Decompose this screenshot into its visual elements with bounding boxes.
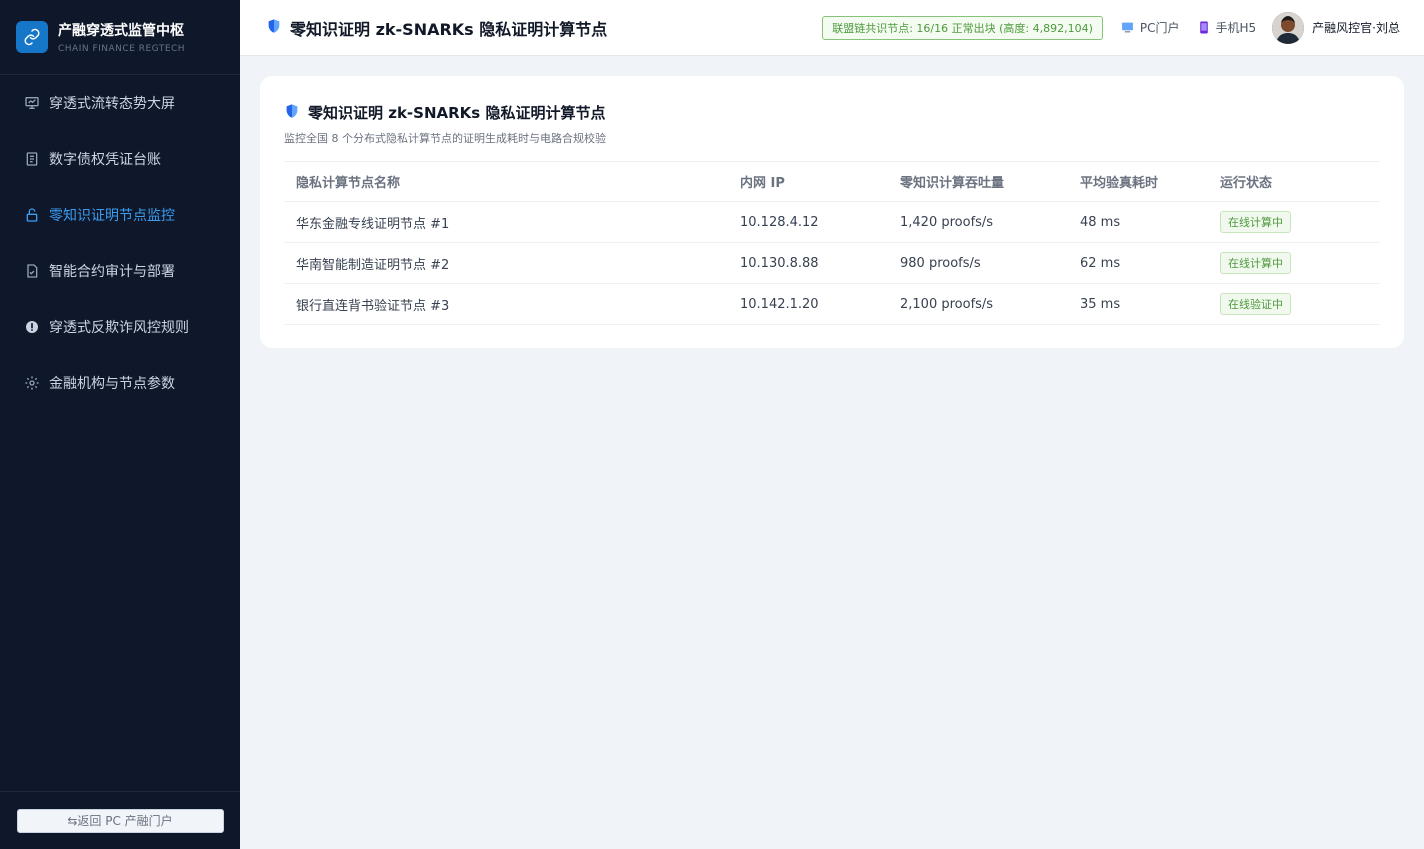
- sidebar-item-ledger[interactable]: 数字债权凭证台账: [0, 131, 240, 187]
- file-check-icon: [24, 263, 40, 279]
- table-row[interactable]: 银行直连背书验证节点 #3 10.142.1.20 2,100 proofs/s…: [284, 284, 1380, 325]
- avatar: [1272, 11, 1305, 44]
- sidebar-item-label: 穿透式反欺诈风控规则: [49, 320, 189, 336]
- sidebar: 产融穿透式监管中枢 CHAIN FINANCE REGTECH 穿透式流转态势大…: [0, 0, 240, 849]
- back-to-portal-button[interactable]: ⇆返回 PC 产融门户: [16, 808, 224, 833]
- sidebar-nav: 穿透式流转态势大屏 数字债权凭证台账 零知识证明节点监控 智能合约审计与部署 穿…: [0, 75, 240, 411]
- node-ip: 10.130.8.88: [740, 255, 819, 271]
- gear-icon: [24, 375, 40, 391]
- card-title: 零知识证明 zk-SNARKs 隐私证明计算节点: [284, 102, 1380, 123]
- document-icon: [24, 151, 40, 167]
- node-ip: 10.128.4.12: [740, 214, 819, 230]
- pc-portal-link[interactable]: PC门户: [1121, 19, 1180, 36]
- sidebar-item-label: 数字债权凭证台账: [49, 152, 161, 168]
- sidebar-item-label: 智能合约审计与部署: [49, 264, 175, 280]
- column-header-ip: 内网 IP: [740, 176, 785, 191]
- alert-circle-icon: [24, 319, 40, 335]
- table-row[interactable]: 华东金融专线证明节点 #1 10.128.4.12 1,420 proofs/s…: [284, 202, 1380, 243]
- sidebar-item-zk-monitor[interactable]: 零知识证明节点监控: [0, 187, 240, 243]
- mobile-h5-label: 手机H5: [1215, 21, 1257, 35]
- column-header-latency: 平均验真耗时: [1080, 176, 1159, 191]
- sidebar-item-label: 穿透式流转态势大屏: [49, 96, 175, 112]
- link-icon: [16, 21, 48, 53]
- presentation-icon: [24, 95, 40, 111]
- column-header-status: 运行状态: [1220, 176, 1273, 191]
- brand-subtitle: CHAIN FINANCE REGTECH: [58, 43, 186, 54]
- node-latency: 48 ms: [1080, 214, 1121, 230]
- pc-portal-label: PC门户: [1139, 21, 1180, 35]
- sidebar-item-label: 金融机构与节点参数: [49, 376, 175, 392]
- sidebar-footer: ⇆返回 PC 产融门户: [0, 791, 240, 849]
- status-badge: 在线验证中: [1220, 293, 1291, 315]
- top-header: 零知识证明 zk-SNARKs 隐私证明计算节点 联盟链共识节点: 16/16 …: [240, 0, 1424, 56]
- column-header-name: 隐私计算节点名称: [296, 176, 401, 191]
- node-throughput: 2,100 proofs/s: [900, 296, 994, 312]
- page-title: 零知识证明 zk-SNARKs 隐私证明计算节点: [266, 16, 607, 40]
- card-subtitle: 监控全国 8 个分布式隐私计算节点的证明生成耗时与电路合规校验: [284, 132, 606, 145]
- card-title-text: 零知识证明 zk-SNARKs 隐私证明计算节点: [308, 104, 606, 122]
- status-badge: 在线计算中: [1220, 252, 1291, 274]
- node-name: 华东金融专线证明节点 #1: [296, 216, 450, 232]
- sidebar-item-label: 零知识证明节点监控: [49, 208, 175, 224]
- user-name: 产融风控官·刘总: [1312, 21, 1400, 35]
- shield-icon: [284, 103, 300, 123]
- brand-title: 产融穿透式监管中枢: [58, 22, 184, 39]
- page-title-text: 零知识证明 zk-SNARKs 隐私证明计算节点: [290, 19, 608, 39]
- table-header-row: 隐私计算节点名称 内网 IP 零知识计算吞吐量 平均验真耗时 运行状态: [284, 162, 1380, 202]
- mobile-icon: [1198, 21, 1210, 34]
- node-latency: 62 ms: [1080, 255, 1121, 271]
- shield-icon: [266, 18, 282, 38]
- zk-nodes-card: 零知识证明 zk-SNARKs 隐私证明计算节点 监控全国 8 个分布式隐私计算…: [260, 76, 1404, 348]
- sidebar-item-contract-audit[interactable]: 智能合约审计与部署: [0, 243, 240, 299]
- sidebar-item-antifraud[interactable]: 穿透式反欺诈风控规则: [0, 299, 240, 355]
- brand: 产融穿透式监管中枢 CHAIN FINANCE REGTECH: [0, 0, 240, 75]
- node-latency: 35 ms: [1080, 296, 1121, 312]
- user-menu[interactable]: 产融风控官·刘总: [1272, 11, 1400, 44]
- node-throughput: 1,420 proofs/s: [900, 214, 994, 230]
- node-name: 华南智能制造证明节点 #2: [296, 257, 450, 273]
- sidebar-item-dashboard[interactable]: 穿透式流转态势大屏: [0, 75, 240, 131]
- node-throughput: 980 proofs/s: [900, 255, 981, 271]
- mobile-h5-link[interactable]: 手机H5: [1198, 19, 1257, 36]
- chain-status-badge: 联盟链共识节点: 16/16 正常出块 (高度: 4,892,104): [822, 15, 1103, 40]
- monitor-icon: [1121, 21, 1134, 34]
- sidebar-item-params[interactable]: 金融机构与节点参数: [0, 355, 240, 411]
- node-ip: 10.142.1.20: [740, 296, 819, 312]
- nodes-table: 隐私计算节点名称 内网 IP 零知识计算吞吐量 平均验真耗时 运行状态 华东金融…: [284, 161, 1380, 325]
- table-row[interactable]: 华南智能制造证明节点 #2 10.130.8.88 980 proofs/s 6…: [284, 243, 1380, 284]
- lock-icon: [24, 207, 40, 223]
- status-badge: 在线计算中: [1220, 211, 1291, 233]
- node-name: 银行直连背书验证节点 #3: [296, 298, 450, 314]
- column-header-throughput: 零知识计算吞吐量: [900, 176, 1005, 191]
